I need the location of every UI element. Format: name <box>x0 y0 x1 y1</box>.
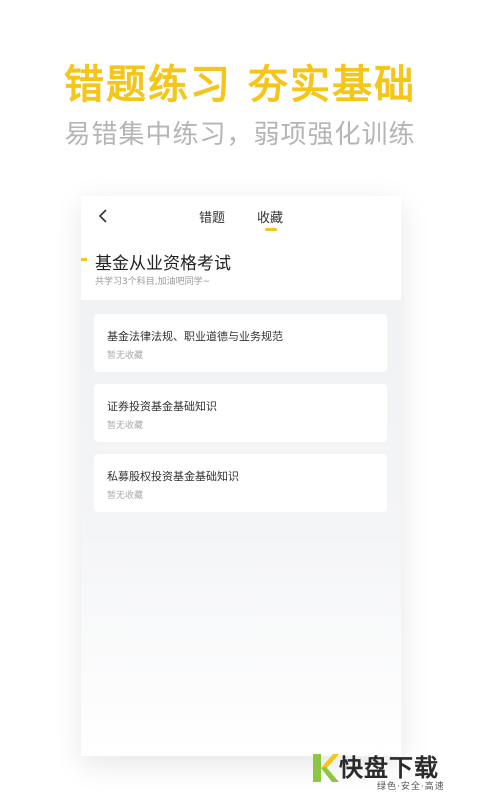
subject-title: 私募股权投资基金基础知识 <box>107 470 239 483</box>
phone-screen: 错题 收藏 基金从业资格考试 共学习3个科目,加油吧同学~ 基金法律法规、职业道… <box>81 196 401 756</box>
top-nav-bar: 错题 收藏 <box>81 196 401 236</box>
accent-marker <box>81 258 87 261</box>
subject-card[interactable]: 证券投资基金基础知识 暂无收藏 <box>94 384 387 442</box>
subject-card[interactable]: 基金法律法规、职业道德与业务规范 暂无收藏 <box>94 314 387 372</box>
exam-subtitle: 共学习3个科目,加油吧同学~ <box>95 277 211 287</box>
brand-watermark: 快盘下载 绿色·安全·高速 <box>311 748 480 794</box>
exam-title: 基金从业资格考试 <box>95 254 231 274</box>
promo-headline: 错题练习 夯实基础 <box>64 62 416 108</box>
tab-wrong-questions[interactable]: 错题 <box>199 207 225 226</box>
subject-title: 基金法律法规、职业道德与业务规范 <box>107 330 283 343</box>
tab-favorites[interactable]: 收藏 <box>257 207 283 226</box>
exam-header: 基金从业资格考试 共学习3个科目,加油吧同学~ <box>81 236 401 300</box>
subject-title: 证券投资基金基础知识 <box>107 400 217 413</box>
promo-subline: 易错集中练习，弱项强化训练 <box>64 120 416 150</box>
k-logo-icon <box>313 754 339 782</box>
brand-name: 快盘下载 <box>339 754 439 782</box>
subject-card[interactable]: 私募股权投资基金基础知识 暂无收藏 <box>94 454 387 512</box>
chevron-left-icon[interactable] <box>93 206 113 226</box>
subject-status: 暂无收藏 <box>107 421 144 431</box>
subject-status: 暂无收藏 <box>107 351 144 361</box>
active-tab-indicator <box>265 228 277 231</box>
subject-status: 暂无收藏 <box>107 491 144 501</box>
brand-tagline: 绿色·安全·高速 <box>377 782 445 792</box>
